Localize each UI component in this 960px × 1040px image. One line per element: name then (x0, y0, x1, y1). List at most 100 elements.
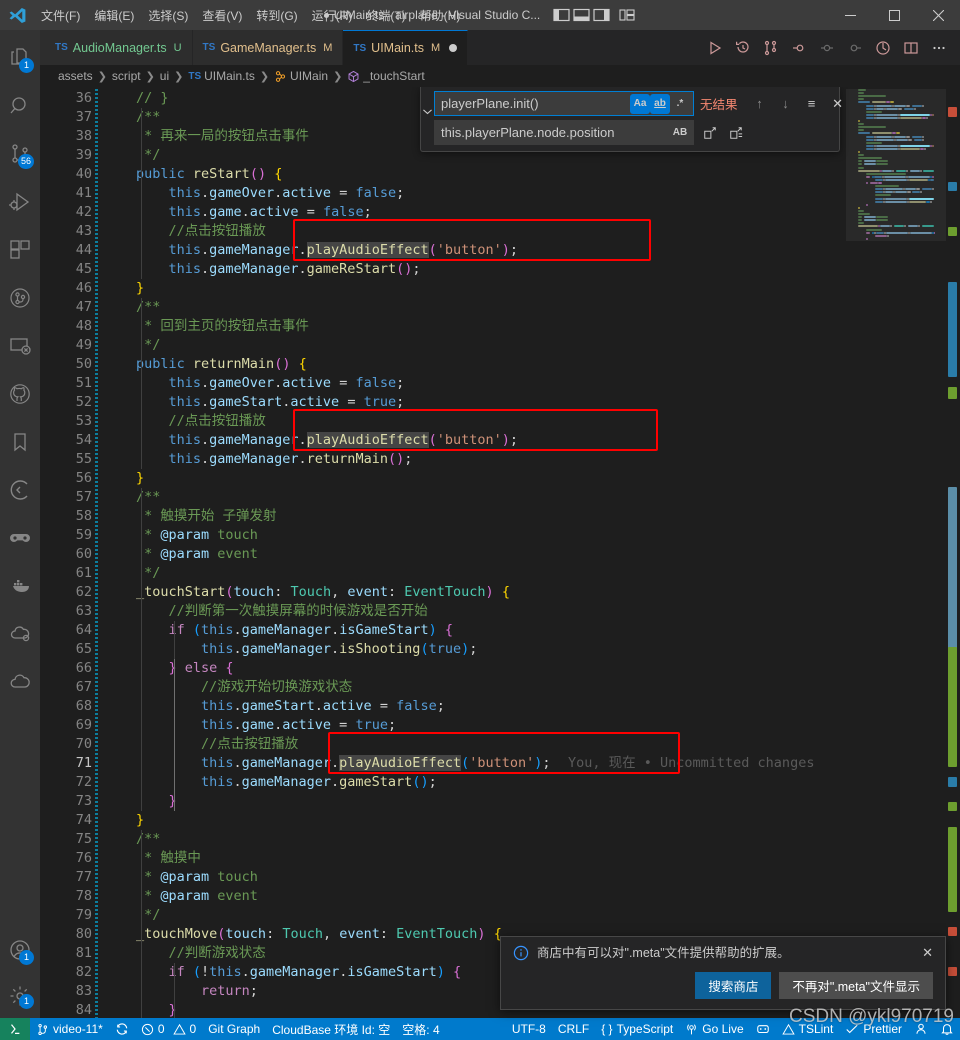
sidebar-item-git-graph[interactable] (0, 274, 40, 322)
sidebar-item-extensions[interactable] (0, 226, 40, 274)
run-icon[interactable] (702, 35, 728, 61)
status-encoding[interactable]: UTF-8 (506, 1018, 552, 1040)
menu-terminal[interactable]: 终端(T) (359, 4, 412, 26)
status-problems[interactable]: 0 0 (135, 1018, 202, 1040)
current-change-icon[interactable] (814, 35, 840, 61)
close-icon[interactable]: ✕ (920, 945, 935, 961)
customize-layout-icon[interactable] (619, 8, 636, 22)
code-line[interactable]: //游戏开始切换游戏状态 (201, 678, 352, 697)
code-line[interactable]: * @param touch (136, 868, 258, 887)
code-line[interactable]: //点击按钮播放 (168, 222, 265, 241)
code-line[interactable]: * @param event (136, 545, 258, 564)
timeline-icon[interactable] (870, 35, 896, 61)
code-line[interactable]: _touchStart(touch: Touch, event: EventTo… (136, 583, 510, 602)
find-in-selection-button[interactable]: ≡ (802, 94, 822, 114)
breadcrumb-item-script[interactable]: script (112, 69, 141, 83)
code-line[interactable]: this.gameOver.active = false; (168, 184, 404, 203)
split-editor-icon[interactable] (898, 35, 924, 61)
use-regex-toggle[interactable]: .* (670, 94, 690, 114)
previous-change-icon[interactable] (786, 35, 812, 61)
code-line[interactable]: } (136, 811, 144, 830)
code-line[interactable]: this.game.active = false; (168, 203, 371, 222)
breadcrumb-item-method[interactable]: _touchStart (363, 69, 424, 83)
match-whole-word-toggle[interactable]: ab (650, 93, 670, 114)
code-line[interactable]: this.gameManager.playAudioEffect('button… (201, 754, 551, 773)
code-line[interactable]: * 回到主页的按钮点击事件 (136, 317, 309, 336)
sidebar-item-github[interactable] (0, 370, 40, 418)
status-cloudbase-env[interactable]: CloudBase 环境 Id: 空 (266, 1018, 396, 1040)
replace-button[interactable] (700, 123, 720, 143)
next-match-button[interactable]: ↓ (776, 94, 796, 114)
sidebar-item-gamepad[interactable] (0, 514, 40, 562)
code-line[interactable]: /** (136, 830, 160, 849)
breadcrumb-item-file[interactable]: UIMain.ts (204, 69, 255, 83)
breadcrumb-item-assets[interactable]: assets (58, 69, 93, 83)
dont-show-again-button[interactable]: 不再对".meta"文件显示 (779, 972, 933, 999)
menu-edit[interactable]: 编辑(E) (87, 4, 141, 26)
code-line[interactable]: /** (136, 298, 160, 317)
menu-selection[interactable]: 选择(S) (141, 4, 195, 26)
find-input-container[interactable]: Aa ab .* (434, 91, 694, 116)
menu-view[interactable]: 查看(V) (195, 4, 249, 26)
sidebar-item-explorer[interactable]: 1 (0, 34, 40, 82)
status-go-live[interactable]: Go Live (679, 1018, 749, 1040)
code-line[interactable]: this.gameManager.playAudioEffect('button… (168, 431, 518, 450)
sidebar-item-remote-explorer[interactable] (0, 322, 40, 370)
search-input[interactable] (441, 96, 630, 111)
compare-changes-icon[interactable] (758, 35, 784, 61)
code-line[interactable]: */ (136, 146, 160, 165)
git-blame-annotation[interactable]: You, 现在 • Uncommitted changes (568, 754, 814, 773)
menu-run[interactable]: 运行(R) (305, 4, 360, 26)
code-line[interactable]: if (this.gameManager.isGameStart) { (168, 621, 453, 640)
code-line[interactable]: this.gameManager.isShooting(true); (201, 640, 477, 659)
code-line[interactable]: this.gameManager.gameStart(); (201, 773, 437, 792)
minimize-button[interactable] (828, 0, 872, 30)
code-line[interactable]: public returnMain() { (136, 355, 307, 374)
breadcrumb-item-ui[interactable]: ui (160, 69, 169, 83)
code-line[interactable]: _touchMove(touch: Touch, event: EventTou… (136, 925, 502, 944)
run-history-icon[interactable] (730, 35, 756, 61)
code-lines[interactable]: // }/** * 再来一局的按钮点击事件 */public reStart()… (128, 87, 846, 1018)
remote-indicator-icon[interactable] (0, 1018, 30, 1040)
sidebar-item-docker[interactable] (0, 562, 40, 610)
sidebar-item-bookmarks[interactable] (0, 418, 40, 466)
code-line[interactable]: } else { (168, 659, 233, 678)
code-line[interactable]: * @param event (136, 887, 258, 906)
code-line[interactable]: */ (136, 564, 160, 583)
sidebar-item-cocos[interactable] (0, 466, 40, 514)
sidebar-item-run-and-debug[interactable] (0, 178, 40, 226)
status-git-graph[interactable]: Git Graph (202, 1018, 266, 1040)
previous-match-button[interactable]: ↑ (750, 94, 770, 114)
maximize-button[interactable] (872, 0, 916, 30)
breadcrumb-item-class[interactable]: UIMain (290, 69, 328, 83)
chevron-down-icon[interactable] (421, 91, 434, 145)
close-find-button[interactable]: ✕ (828, 94, 848, 114)
sidebar-item-search[interactable] (0, 82, 40, 130)
replace-input[interactable] (441, 125, 670, 140)
status-notifications[interactable] (934, 1018, 960, 1040)
toggle-primary-sidebar-icon[interactable] (553, 8, 570, 22)
replace-input-container[interactable]: AB (434, 120, 694, 145)
code-line[interactable]: // } (136, 89, 169, 108)
more-actions-icon[interactable] (926, 35, 952, 61)
minimap[interactable] (846, 87, 946, 1018)
code-line[interactable]: * 再来一局的按钮点击事件 (136, 127, 309, 146)
code-line[interactable]: */ (136, 906, 160, 925)
menu-go[interactable]: 转到(G) (249, 4, 304, 26)
code-line[interactable]: this.gameStart.active = false; (201, 697, 445, 716)
next-change-icon[interactable] (842, 35, 868, 61)
status-eol[interactable]: CRLF (552, 1018, 595, 1040)
preserve-case-toggle[interactable]: AB (670, 123, 690, 143)
menu-help[interactable]: 帮助(H) (413, 4, 468, 26)
toggle-panel-icon[interactable] (573, 8, 590, 22)
status-accounts[interactable] (908, 1018, 934, 1040)
sidebar-item-manage[interactable]: 1 (0, 974, 40, 1018)
code-line[interactable]: //点击按钮播放 (201, 735, 298, 754)
overview-ruler[interactable] (946, 87, 960, 1018)
tab-audiomanager[interactable]: ts-icon TS AudioManager.ts U (40, 30, 193, 65)
status-prettier[interactable]: Prettier (839, 1018, 908, 1040)
search-marketplace-button[interactable]: 搜索商店 (695, 972, 772, 999)
status-indentation[interactable]: 空格: 4 (396, 1018, 445, 1040)
status-language-mode[interactable]: { } TypeScript (595, 1018, 679, 1040)
code-line[interactable]: this.gameStart.active = true; (168, 393, 404, 412)
